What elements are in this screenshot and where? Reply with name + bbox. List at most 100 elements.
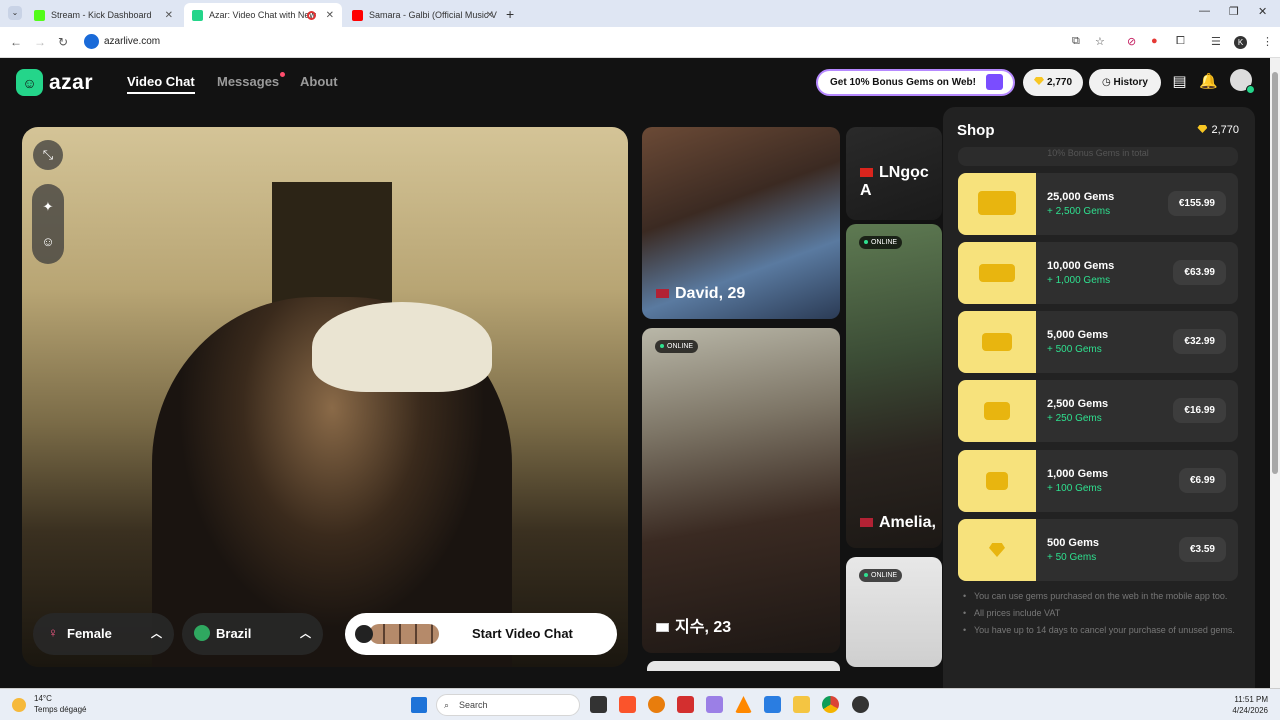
history-button[interactable]: ◷ History	[1089, 69, 1161, 96]
obs-icon[interactable]	[852, 696, 869, 713]
gem-pack[interactable]: 25,000 Gems + 2,500 Gems €155.99	[958, 173, 1238, 235]
minimize-icon[interactable]: —	[1199, 5, 1210, 17]
menu-icon[interactable]: ⋮	[1262, 35, 1273, 48]
minimize-video-icon[interactable]: ⤡	[33, 140, 63, 170]
gender-filter[interactable]: ♀ Female ︿	[33, 613, 174, 655]
cast-icon[interactable]: ⧉	[1072, 35, 1080, 48]
shop-note: All prices include VAT	[963, 608, 1243, 619]
online-badge: ONLINE	[655, 340, 699, 353]
clock-icon: ◷	[1102, 77, 1111, 88]
user-faces-preview	[369, 624, 439, 644]
browser-tab-bar: ⌄ Stream - Kick Dashboard ✕ Azar: Video …	[0, 0, 1280, 27]
gem-pack[interactable]: 1,000 Gems + 100 Gems €6.99	[958, 450, 1238, 512]
temperature: 14°C	[34, 694, 52, 703]
gem-pack[interactable]: 2,500 Gems + 250 Gems €16.99	[958, 380, 1238, 442]
region-filter-label: Brazil	[216, 626, 252, 641]
bonus-gems-banner[interactable]: Get 10% Bonus Gems on Web!	[816, 69, 1015, 96]
online-badge: ONLINE	[859, 236, 903, 249]
female-icon: ♀	[48, 625, 58, 640]
brave-icon[interactable]	[619, 696, 636, 713]
forward-icon[interactable]: →	[34, 35, 46, 49]
profile-card[interactable]: ONLINE Amelia,	[846, 224, 942, 548]
profile-card[interactable]: LNgọc A	[846, 127, 942, 220]
buy-button[interactable]: €32.99	[1173, 329, 1226, 354]
profile-card[interactable]: David, 29	[642, 127, 840, 319]
gem-icon	[1033, 77, 1044, 85]
reload-icon[interactable]: ↻	[58, 35, 68, 49]
bell-icon[interactable]: 🔔	[1199, 72, 1218, 91]
blender-icon[interactable]	[648, 696, 665, 713]
windows-start-icon[interactable]	[411, 697, 427, 713]
buy-button[interactable]: €16.99	[1173, 398, 1226, 423]
gem-balance-button[interactable]: 2,770	[1023, 69, 1083, 96]
close-icon[interactable]: ✕	[326, 10, 334, 21]
azar-logo[interactable]: ☺ azar	[16, 69, 93, 96]
address-bar: ← → ↻ azarlive.com ⧉ ☆ ⊘ ● ⧠ ☰ K ⋮	[0, 27, 1280, 58]
vlc-icon[interactable]	[735, 696, 752, 713]
tab-azar[interactable]: Azar: Video Chat with New ✕	[184, 3, 342, 27]
new-tab-button[interactable]: +	[506, 6, 514, 22]
search-placeholder: Search	[459, 700, 488, 710]
profile-card[interactable]: ONLINE	[846, 557, 942, 667]
tab-search-icon[interactable]: ⌄	[8, 6, 22, 20]
online-status-dot	[1246, 85, 1255, 94]
shop-notes: You can use gems purchased on the web in…	[963, 591, 1243, 642]
region-filter[interactable]: Brazil ︿	[182, 613, 323, 655]
buy-button[interactable]: €3.59	[1178, 537, 1226, 562]
pack-bonus: + 2,500 Gems	[1047, 206, 1111, 217]
adblock-extension-icon[interactable]: ●	[1151, 35, 1158, 47]
nav-messages[interactable]: Messages	[217, 74, 279, 89]
gem-icon	[1197, 125, 1208, 133]
maximize-icon[interactable]: ❐	[1229, 5, 1239, 18]
gem-pack[interactable]: 5,000 Gems + 500 Gems €32.99	[958, 311, 1238, 373]
gem-pile-icon	[958, 311, 1036, 373]
window-close-icon[interactable]: ✕	[1258, 5, 1267, 18]
start-video-chat-button[interactable]: Start Video Chat	[345, 613, 617, 655]
close-icon[interactable]: ✕	[165, 10, 173, 21]
back-icon[interactable]: ←	[10, 35, 22, 49]
profile-name: LNgọc A	[860, 164, 929, 199]
close-icon[interactable]: ✕	[486, 10, 494, 21]
gem-pack[interactable]: 10,000 Gems + 1,000 Gems €63.99	[958, 242, 1238, 304]
url-field[interactable]: azarlive.com	[104, 36, 160, 47]
profile-avatar[interactable]: K	[1234, 36, 1247, 49]
gamepad-icon[interactable]	[706, 696, 723, 713]
taskbar-search[interactable]: ⌕ Search	[436, 694, 580, 716]
taskbar-clock[interactable]: 11:51 PM 4/24/2026	[1232, 694, 1268, 716]
media-icon[interactable]: ☰	[1211, 35, 1221, 48]
store-app-icon[interactable]	[764, 696, 781, 713]
app-l-icon[interactable]	[677, 696, 694, 713]
page-scrollbar[interactable]	[1270, 58, 1280, 688]
chrome-icon[interactable]	[822, 696, 839, 713]
pack-bonus: + 50 Gems	[1047, 552, 1097, 563]
pack-gems: 25,000 Gems	[1047, 191, 1115, 203]
buy-button[interactable]: €155.99	[1167, 191, 1226, 216]
magic-wand-icon[interactable]: ✦	[33, 192, 63, 222]
history-label: History	[1113, 77, 1148, 88]
blocker-extension-icon[interactable]: ⊘	[1127, 35, 1136, 48]
buy-button[interactable]: €63.99	[1173, 260, 1226, 285]
shop-note: You have up to 14 days to cancel your pu…	[963, 625, 1243, 636]
tab-youtube[interactable]: Samara - Galbi (Official Music V ✕	[344, 3, 502, 27]
extensions-icon[interactable]: ⧠	[1176, 35, 1185, 48]
buy-button[interactable]: €6.99	[1178, 468, 1226, 493]
profile-name: 지수, 23	[656, 613, 731, 637]
chevron-up-icon: ︿	[151, 628, 162, 640]
profile-card[interactable]: ONLINE 지수, 23	[642, 328, 840, 653]
store-icon[interactable]: ▤	[1170, 72, 1189, 91]
task-view-icon[interactable]	[590, 696, 607, 713]
site-info-icon[interactable]	[84, 34, 99, 49]
gem-pack[interactable]: 500 Gems + 50 Gems €3.59	[958, 519, 1238, 581]
profile-card[interactable]	[647, 661, 840, 671]
nav-video-chat[interactable]: Video Chat	[127, 74, 195, 94]
kick-icon	[34, 9, 45, 21]
tab-kick[interactable]: Stream - Kick Dashboard ✕	[26, 3, 181, 27]
user-avatar[interactable]	[1230, 69, 1255, 94]
scrollbar-thumb[interactable]	[1272, 72, 1278, 474]
bookmark-star-icon[interactable]: ☆	[1095, 35, 1105, 48]
gender-filter-label: Female	[67, 626, 112, 641]
file-explorer-icon[interactable]	[793, 696, 810, 713]
weather-moon-icon	[12, 698, 26, 712]
nav-about[interactable]: About	[300, 74, 338, 89]
face-filter-icon[interactable]: ☺	[33, 227, 63, 257]
